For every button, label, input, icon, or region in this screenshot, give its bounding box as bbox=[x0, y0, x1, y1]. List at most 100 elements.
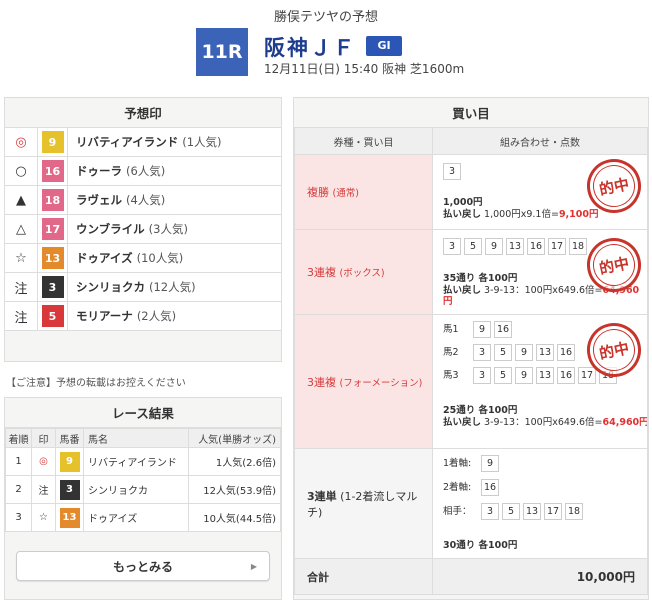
result-row: 1 ◎ 9 リバティアイランド 1人気(2.6倍) bbox=[5, 447, 282, 476]
rank: 2 bbox=[5, 475, 32, 504]
col-pop: 人気(単勝オッズ) bbox=[187, 428, 282, 448]
mark: △ bbox=[5, 215, 38, 243]
mark: ▲ bbox=[5, 186, 38, 214]
post-number: 18 bbox=[41, 189, 64, 211]
total-label: 合計 bbox=[294, 558, 433, 595]
bet-amount: 1,000円 bbox=[443, 197, 483, 208]
formation-label: 馬3 bbox=[443, 370, 459, 381]
horse-number-box: 9 bbox=[473, 321, 491, 338]
prediction-row: ◎ 9 リバティアイランド (1人気) bbox=[5, 128, 281, 157]
race-number-badge: 11R bbox=[196, 28, 248, 76]
more-button[interactable]: もっとみる ▶ bbox=[16, 551, 270, 581]
horse-number-box: 17 bbox=[548, 238, 566, 255]
horse-number-box: 5 bbox=[502, 503, 520, 520]
popularity: 1人気(2.6倍) bbox=[187, 447, 282, 476]
horse-name: ラヴェル bbox=[76, 193, 122, 207]
horse-name: ドゥーラ bbox=[76, 164, 122, 178]
bets-col-type: 券種・買い目 bbox=[294, 127, 433, 155]
horse-name: シンリョクカ bbox=[76, 280, 145, 294]
horse-number-box: 5 bbox=[494, 367, 512, 384]
bet-row-sanrentan: 3連単 (1-2着流しマルチ) 1着軸: 9 2着軸: 16 相手： 3 5 13 17 18 3… bbox=[294, 448, 648, 559]
formation-label: 馬1 bbox=[443, 324, 459, 335]
total-value: 10,000円 bbox=[432, 558, 648, 595]
rank: 3 bbox=[5, 503, 32, 532]
prediction-row: △ 17 ウンブライル (3人気) bbox=[5, 215, 281, 244]
result-title: レース結果 bbox=[5, 398, 281, 428]
race-info: 12月11日(日) 15:40 阪神 芝1600m bbox=[264, 62, 465, 76]
bet-total-row: 合計 10,000円 bbox=[294, 558, 648, 595]
horse-name: シンリョクカ bbox=[83, 475, 189, 504]
bet-combo: 3 1,000円 払い戻し 1,000円x9.1倍=9,100円 的中 bbox=[432, 154, 648, 230]
popularity: (12人気) bbox=[149, 280, 196, 294]
repost-note: 【ご注意】予想の転載はお控えください bbox=[6, 378, 186, 389]
horse-number-box: 13 bbox=[506, 238, 524, 255]
prediction-row: 注 3 シンリョクカ (12人気) bbox=[5, 273, 281, 302]
horse-number-box: 16 bbox=[527, 238, 545, 255]
bet-type: 3連単 (1-2着流しマルチ) bbox=[294, 448, 433, 559]
chevron-right-icon: ▶ bbox=[250, 561, 257, 571]
prediction-row: ▲ 18 ラヴェル (4人気) bbox=[5, 186, 281, 215]
col-mark: 印 bbox=[31, 428, 56, 448]
horse-name: ドゥアイズ bbox=[76, 251, 133, 265]
horse-number-box: 3 bbox=[473, 367, 491, 384]
horse-number-box: 3 bbox=[443, 238, 461, 255]
prediction-panel: 予想印 ◎ 9 リバティアイランド (1人気) ○ 16 ドゥーラ (6人気) ▲ 18… bbox=[4, 97, 282, 362]
bet-refund: 払い戻し 3-9-13：100円x649.6倍=64,960円 bbox=[443, 417, 647, 428]
horse-number-box: 16 bbox=[481, 479, 499, 496]
horse-number-box: 9 bbox=[515, 344, 533, 361]
popularity: (1人気) bbox=[182, 135, 222, 149]
formation-label: 馬2 bbox=[443, 347, 459, 358]
post-number: 3 bbox=[41, 276, 64, 298]
mark: ◎ bbox=[31, 447, 56, 476]
prediction-row: ○ 16 ドゥーラ (6人気) bbox=[5, 157, 281, 186]
mark: 注 bbox=[5, 273, 38, 301]
bet-row-box: 3連複 (ボックス) 3 5 9 13 16 17 18 35通り 各100円 払い戻し 3… bbox=[294, 229, 648, 315]
post-number: 17 bbox=[41, 218, 64, 240]
col-rank: 着順 bbox=[5, 428, 32, 448]
post-number: 16 bbox=[41, 160, 64, 182]
mark: ☆ bbox=[5, 244, 38, 272]
bet-combo: 馬1916馬23591316馬335913161718 25通り 各100円 払… bbox=[432, 314, 648, 449]
horse-name: リバティアイランド bbox=[76, 135, 179, 149]
axis-label: 2着軸: bbox=[443, 482, 472, 493]
axis-row: 1着軸: 9 bbox=[443, 455, 586, 479]
bet-row-fukusho: 複勝 (通常) 3 1,000円 払い戻し 1,000円x9.1倍=9,100円… bbox=[294, 154, 648, 230]
horse-number-box: 13 bbox=[523, 503, 541, 520]
popularity: (4人気) bbox=[126, 193, 166, 207]
page-subtitle: 勝俣テツヤの予想 bbox=[273, 10, 378, 25]
horse-number-box: 13 bbox=[536, 344, 554, 361]
bet-row-formation: 3連複 (フォーメーション) 馬1 9 16 馬2 3 5 9 13 16 馬3 3 5 9 13 16 17… bbox=[294, 314, 648, 449]
horse-number-box: 3 bbox=[473, 344, 491, 361]
col-name: 馬名 bbox=[83, 428, 189, 448]
horse-number-box: 16 bbox=[557, 344, 575, 361]
horse-number-box: 16 bbox=[557, 367, 575, 384]
popularity: (6人気) bbox=[126, 164, 166, 178]
axis-row: 相手： 3 5 13 17 18 bbox=[443, 503, 586, 527]
horse-number-box: 5 bbox=[494, 344, 512, 361]
popularity: (2人気) bbox=[136, 309, 177, 323]
rank: 1 bbox=[5, 447, 32, 476]
more-label: もっとみる bbox=[112, 559, 173, 574]
axis-label: 相手： bbox=[443, 506, 472, 517]
grade-badge: GI bbox=[366, 36, 402, 56]
horse-number-box: 9 bbox=[481, 455, 499, 472]
formation-row: 馬335913161718 bbox=[443, 367, 620, 390]
mark: 注 bbox=[5, 302, 38, 330]
result-row: 2 注 3 シンリョクカ 12人気(53.9倍) bbox=[5, 475, 282, 504]
race-name: 阪神ＪＦ bbox=[264, 36, 356, 60]
bet-type: 複勝 (通常) bbox=[294, 154, 433, 230]
popularity: 10人気(44.5倍) bbox=[187, 503, 282, 532]
prediction-row: 注 5 モリアーナ (2人気) bbox=[5, 302, 281, 331]
horse-name: リバティアイランド bbox=[83, 447, 189, 476]
axis-label: 1着軸: bbox=[443, 458, 472, 469]
mark: ◎ bbox=[5, 128, 38, 156]
post-number: 3 bbox=[59, 479, 80, 500]
bets-table: 券種・買い目 組み合わせ・点数 複勝 (通常) 3 1,000円 払い戻し 1,… bbox=[294, 127, 648, 595]
bet-amount: 30通り 各100円 bbox=[443, 540, 518, 551]
popularity: (10人気) bbox=[136, 251, 184, 265]
bet-type: 3連複 (ボックス) bbox=[294, 229, 433, 315]
mark: ○ bbox=[5, 157, 38, 185]
horse-name: ウンブライル bbox=[76, 222, 145, 236]
bet-combo: 3 5 9 13 16 17 18 35通り 各100円 払い戻し 3-9-13：100円x… bbox=[432, 229, 648, 315]
prediction-row: ☆ 13 ドゥアイズ (10人気) bbox=[5, 244, 281, 273]
